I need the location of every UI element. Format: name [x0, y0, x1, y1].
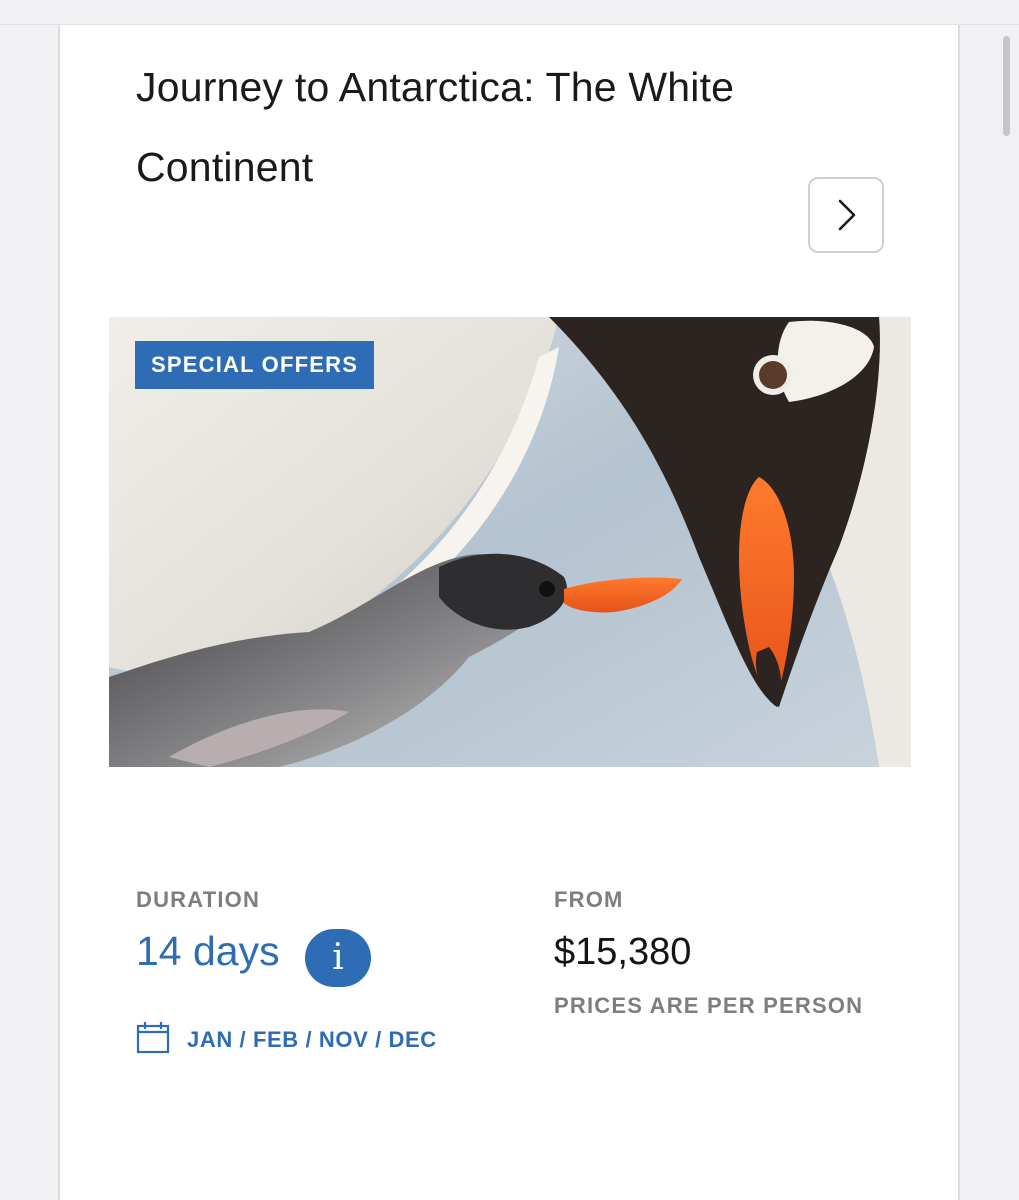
scrollbar-thumb[interactable] [1003, 36, 1010, 136]
duration-label: DURATION [136, 887, 261, 912]
info-icon[interactable]: i [305, 929, 371, 987]
duration-value: 14 days [136, 928, 280, 974]
price-note: PRICES ARE PER PERSON [554, 993, 864, 1018]
trip-image[interactable]: SPECIAL OFFERS [109, 317, 911, 767]
trip-card: Journey to Antarctica: The White Contine… [58, 25, 960, 1200]
price-value: $15,380 [554, 931, 692, 973]
next-button[interactable] [808, 177, 884, 253]
trip-title[interactable]: Journey to Antarctica: The White Contine… [136, 47, 836, 207]
special-offers-badge: SPECIAL OFFERS [135, 341, 375, 389]
price-label: FROM [554, 887, 624, 912]
chevron-right-icon [838, 199, 856, 231]
calendar-icon [136, 1022, 170, 1054]
departure-months[interactable]: JAN / FEB / NOV / DEC [187, 1027, 437, 1053]
scrollbar[interactable] [1001, 36, 1011, 146]
page: Journey to Antarctica: The White Contine… [0, 0, 1019, 1200]
